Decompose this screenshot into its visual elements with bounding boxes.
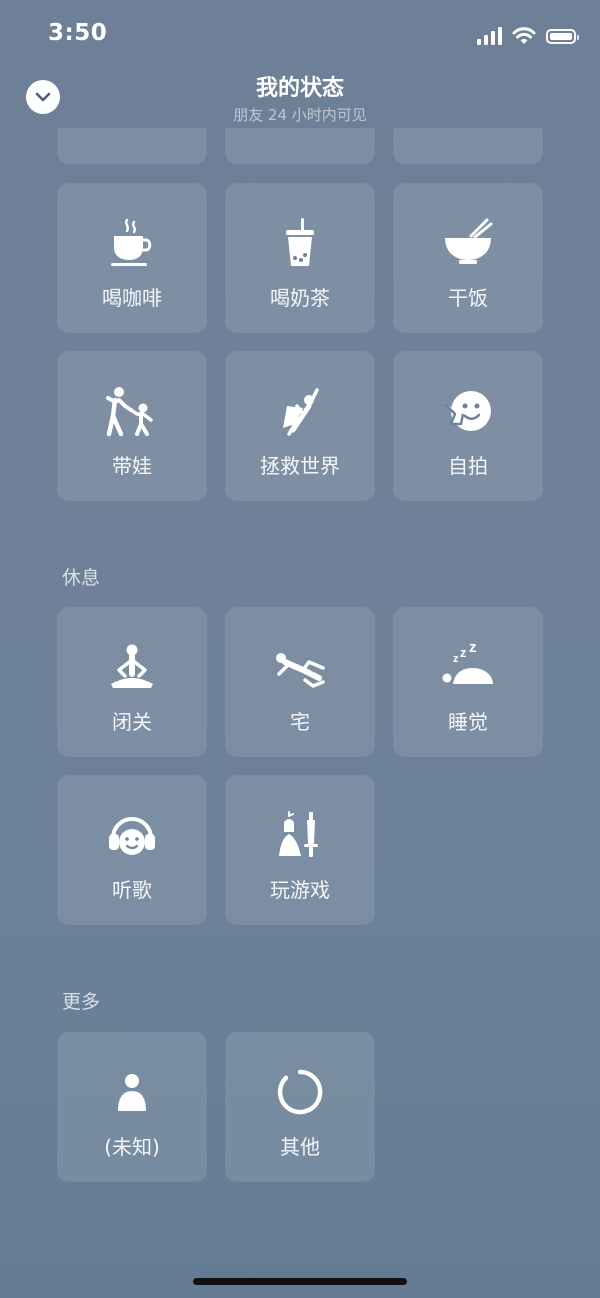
status-tile-milk-tea[interactable]: 喝奶茶	[225, 183, 375, 333]
header: 我的状态 朋友 24 小时内可见	[0, 70, 600, 128]
status-tile-coffee[interactable]: 喝咖啡	[57, 183, 207, 333]
tile-label: 闭关	[112, 710, 152, 734]
status-tile-music[interactable]: 听歌	[57, 775, 207, 925]
wifi-icon	[512, 27, 536, 44]
tile-label: 自拍	[448, 454, 488, 478]
tile-label: 喝咖啡	[102, 286, 162, 310]
status-tile-hidden-1[interactable]	[57, 128, 207, 164]
flying-hero-icon	[273, 384, 327, 438]
svg-text:z: z	[453, 653, 459, 665]
status-tile-childcare[interactable]: 带娃	[57, 351, 207, 501]
headphones-icon	[105, 808, 159, 862]
status-tile-stay-home[interactable]: 宅	[225, 607, 375, 757]
status-tile-save-world[interactable]: 拯救世界	[225, 351, 375, 501]
tile-label: 带娃	[112, 454, 152, 478]
parent-child-icon	[105, 384, 159, 438]
tile-label: 干饭	[448, 286, 488, 310]
section-header-rest: 休息	[62, 567, 101, 589]
tile-label: 睡觉	[448, 710, 488, 734]
tile-label: 其他	[280, 1135, 320, 1159]
page-subtitle: 朋友 24 小时内可见	[233, 106, 367, 124]
status-tile-sleep[interactable]: z z z 睡觉	[393, 607, 543, 757]
section-header-more: 更多	[62, 991, 101, 1013]
status-tile-unknown[interactable]: (未知)	[57, 1032, 207, 1182]
sleeping-icon: z z z	[441, 640, 495, 694]
status-tile-other[interactable]: 其他	[225, 1032, 375, 1182]
lying-down-icon	[273, 640, 327, 694]
person-icon	[105, 1065, 159, 1119]
battery-icon	[546, 28, 579, 44]
status-bar: 3:50	[0, 0, 600, 70]
status-time: 3:50	[48, 20, 108, 46]
tile-label: 喝奶茶	[270, 286, 330, 310]
rice-bowl-icon	[441, 216, 495, 270]
tile-label: 听歌	[112, 878, 152, 902]
status-icons	[477, 24, 579, 48]
tile-label: 玩游戏	[270, 878, 330, 902]
circle-icon	[273, 1065, 327, 1119]
svg-text:z: z	[460, 645, 467, 660]
tile-label: (未知)	[104, 1135, 160, 1159]
status-tile-selfie[interactable]: 自拍	[393, 351, 543, 501]
status-tile-hidden-3[interactable]	[393, 128, 543, 164]
svg-text:z: z	[469, 640, 477, 656]
status-tile-eat[interactable]: 干饭	[393, 183, 543, 333]
bubble-tea-icon	[273, 216, 327, 270]
game-character-icon	[273, 808, 327, 862]
status-tile-hidden-2[interactable]	[225, 128, 375, 164]
status-list[interactable]: 喝咖啡 喝奶茶 干饭 带娃 拯救世界 自拍 休息 闭关 宅 z z z 睡觉 听…	[0, 128, 600, 1278]
status-tile-gaming[interactable]: 玩游戏	[225, 775, 375, 925]
selfie-face-icon	[441, 384, 495, 438]
meditation-icon	[105, 640, 159, 694]
coffee-cup-icon	[105, 216, 159, 270]
home-indicator[interactable]	[193, 1278, 407, 1285]
status-tile-meditate[interactable]: 闭关	[57, 607, 207, 757]
tile-label: 宅	[290, 710, 310, 734]
page-title: 我的状态	[255, 76, 344, 101]
tile-label: 拯救世界	[260, 454, 340, 478]
cellular-signal-icon	[477, 27, 502, 45]
